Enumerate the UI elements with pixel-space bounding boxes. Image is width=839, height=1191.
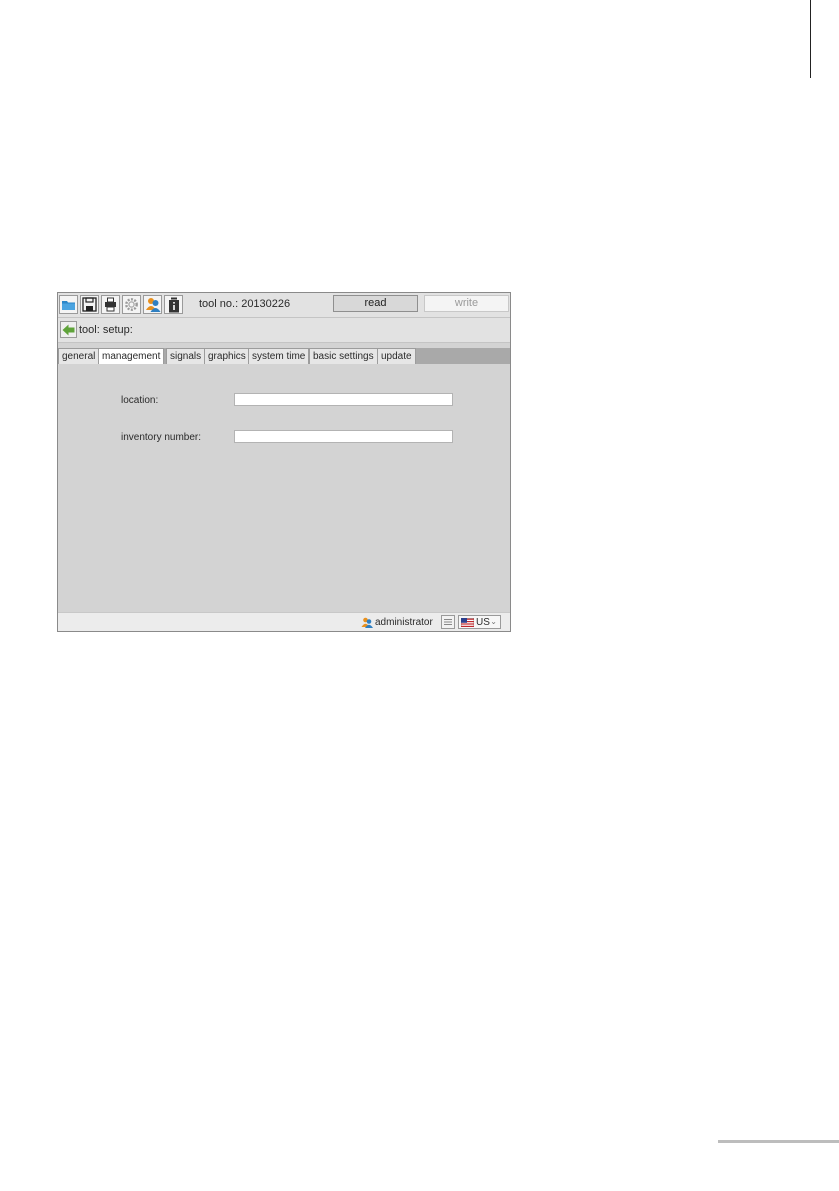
language-value: US [476,616,490,628]
back-arrow-icon [62,324,75,335]
save-button[interactable] [80,295,99,314]
status-bar: administrator US ⌄ [58,612,510,631]
tab-management[interactable]: management [98,348,165,364]
toolbar: tool no.: 20130226 read write [58,293,510,318]
tab-general[interactable]: general [58,348,100,364]
open-folder-button[interactable] [59,295,78,314]
breadcrumb-bar: tool: setup: [58,318,510,343]
log-button[interactable] [441,615,455,629]
save-icon [82,297,97,312]
list-icon [444,619,452,625]
write-button[interactable]: write [424,295,509,312]
users-button[interactable] [143,295,162,314]
current-user: administrator [361,616,433,629]
user-name: administrator [375,617,433,628]
back-button[interactable] [60,321,77,338]
info-icon [168,297,179,312]
breadcrumb: tool: setup: [79,324,133,336]
inventory-number-field[interactable] [234,430,453,443]
tab-update[interactable]: update [377,348,416,364]
us-flag-icon [461,617,474,627]
tab-signals[interactable]: signals [166,348,206,364]
page-corner-line [810,0,811,78]
gear-icon [125,298,138,311]
tab-basic-settings[interactable]: basic settings [309,348,378,364]
management-panel: location: inventory number: [58,364,510,612]
language-select[interactable]: US ⌄ [458,615,501,629]
tab-graphics[interactable]: graphics [204,348,250,364]
read-button[interactable]: read [333,295,418,312]
app-window: tool no.: 20130226 read write tool: setu… [57,292,511,632]
location-label: location: [121,395,159,406]
user-icon [361,617,373,628]
folder-icon [62,301,75,310]
users-icon [145,298,160,312]
printer-icon [105,297,116,312]
inventory-number-label: inventory number: [121,432,202,443]
settings-button[interactable] [122,295,141,314]
tool-number-label: tool no.: 20130226 [199,298,291,310]
page-bottom-rule [718,1140,839,1143]
tab-strip: general management signals graphics syst… [58,348,510,364]
chevron-down-icon: ⌄ [490,617,497,626]
info-button[interactable] [164,295,183,314]
print-button[interactable] [101,295,120,314]
tab-system-time[interactable]: system time [248,348,310,364]
location-field[interactable] [234,393,453,406]
